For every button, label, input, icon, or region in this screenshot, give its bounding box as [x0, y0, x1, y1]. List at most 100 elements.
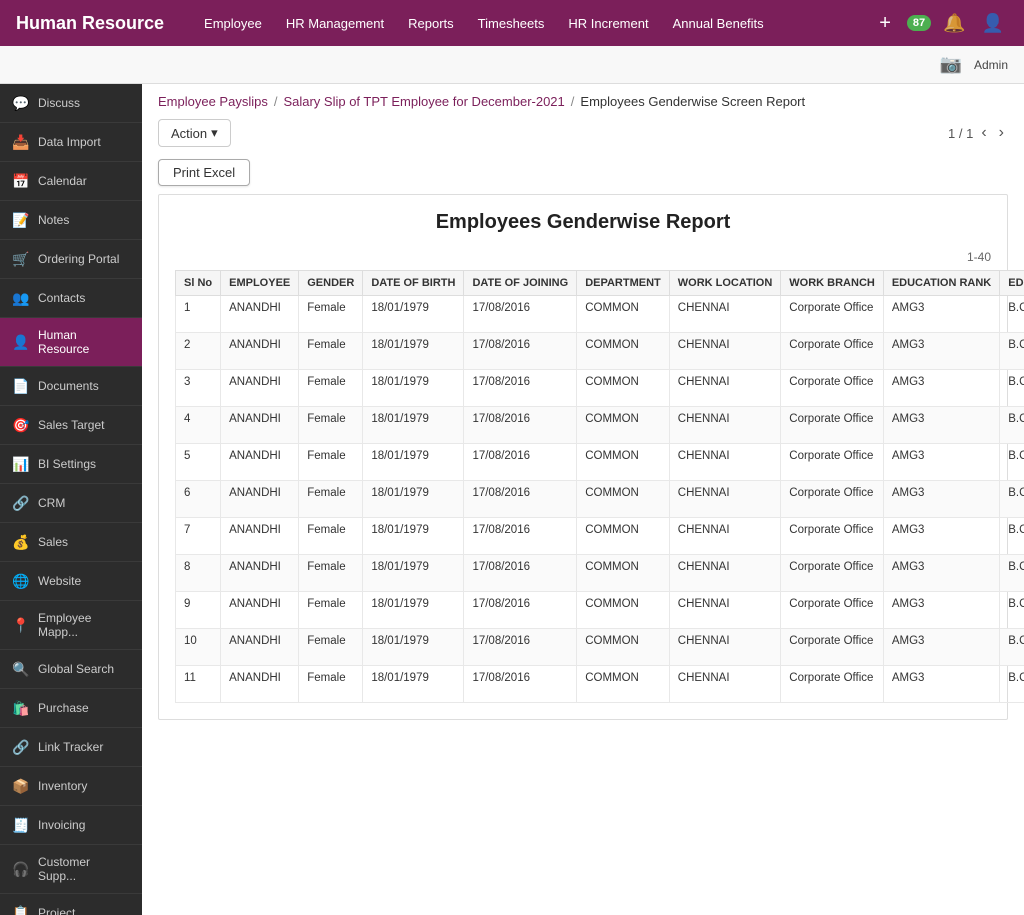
sidebar-icon-data-import: 📥 [12, 133, 30, 151]
cell-rank: AMG3 [883, 296, 999, 333]
sidebar-item-sales[interactable]: 💰Sales [0, 523, 142, 562]
sidebar-label-data-import: Data Import [38, 135, 101, 149]
sidebar-label-invoicing: Invoicing [38, 818, 85, 832]
sidebar-item-project[interactable]: 📋Project [0, 894, 142, 915]
cell-sl_no: 7 [176, 518, 221, 555]
cell-employee: ANANDHI [221, 555, 299, 592]
sidebar-icon-bi-settings: 📊 [12, 455, 30, 473]
cell-sl_no: 3 [176, 370, 221, 407]
user-name: Admin [974, 58, 1008, 72]
sidebar-item-purchase[interactable]: 🛍️Purchase [0, 689, 142, 728]
sidebar-icon-global-search: 🔍 [12, 660, 30, 678]
sidebar-icon-inventory: 📦 [12, 777, 30, 795]
cell-gender: Female [299, 407, 363, 444]
table-row: 11ANANDHIFemale18/01/197917/08/2016COMMO… [176, 666, 1024, 703]
top-nav-item-reports[interactable]: Reports [398, 10, 464, 37]
cell-branch: Corporate Office [781, 333, 884, 370]
top-nav-item-timesheets[interactable]: Timesheets [468, 10, 555, 37]
sidebar-item-global-search[interactable]: 🔍Global Search [0, 650, 142, 689]
camera-icon[interactable]: 📷 [936, 50, 966, 79]
cell-doj: 17/08/2016 [464, 555, 577, 592]
col-header-department: DEPARTMENT [577, 271, 670, 296]
pagination-text: 1 / 1 [948, 126, 973, 141]
table-row: 7ANANDHIFemale18/01/197917/08/2016COMMON… [176, 518, 1024, 555]
sidebar-item-calendar[interactable]: 📅Calendar [0, 162, 142, 201]
sidebar-item-ordering-portal[interactable]: 🛒Ordering Portal [0, 240, 142, 279]
table-row: 1ANANDHIFemale18/01/197917/08/2016COMMON… [176, 296, 1024, 333]
sidebar-item-data-import[interactable]: 📥 Data Import [0, 123, 142, 162]
cell-doj: 17/08/2016 [464, 370, 577, 407]
secondary-bar: 📷 Admin [0, 46, 1024, 84]
pagination-next-button[interactable]: › [995, 122, 1008, 144]
cell-branch: Corporate Office [781, 370, 884, 407]
add-menu-button[interactable]: + [871, 8, 899, 39]
sidebar-label-purchase: Purchase [38, 701, 89, 715]
sidebar-item-documents[interactable]: 📄Documents [0, 367, 142, 406]
top-nav-item-hr-increment[interactable]: HR Increment [558, 10, 658, 37]
user-icon[interactable]: 👤 [978, 9, 1008, 38]
sidebar-item-sales-target[interactable]: 🎯Sales Target [0, 406, 142, 445]
sidebar-label-notes: Notes [38, 213, 69, 227]
cell-employee: ANANDHI [221, 666, 299, 703]
bell-icon[interactable]: 🔔 [939, 9, 969, 38]
table-row: 2ANANDHIFemale18/01/197917/08/2016COMMON… [176, 333, 1024, 370]
sidebar-label-customer-supp-: Customer Supp... [38, 855, 130, 883]
cell-rank: AMG3 [883, 666, 999, 703]
sidebar-label-sales: Sales [38, 535, 68, 549]
breadcrumb-link-2[interactable]: Salary Slip of TPT Employee for December… [283, 94, 564, 109]
cell-dob: 18/01/1979 [363, 555, 464, 592]
top-navigation: Human Resource EmployeeHR ManagementRepo… [0, 0, 1024, 46]
sidebar-item-website[interactable]: 🌐Website [0, 562, 142, 601]
sidebar-icon-invoicing: 🧾 [12, 816, 30, 834]
notification-badge: 87 [907, 15, 931, 31]
top-nav-item-annual-benefits[interactable]: Annual Benefits [663, 10, 774, 37]
cell-location: CHENNAI [669, 481, 781, 518]
sidebar-icon-calendar: 📅 [12, 172, 30, 190]
sidebar-item-inventory[interactable]: 📦 Inventory [0, 767, 142, 806]
cell-employee: ANANDHI [221, 444, 299, 481]
cell-dob: 18/01/1979 [363, 518, 464, 555]
top-nav-item-hr-management[interactable]: HR Management [276, 10, 394, 37]
action-label: Action [171, 126, 207, 141]
cell-rank: AMG3 [883, 370, 999, 407]
cell-branch: Corporate Office [781, 518, 884, 555]
sidebar-label-inventory: Inventory [38, 779, 87, 793]
sidebar-item-bi-settings[interactable]: 📊BI Settings [0, 445, 142, 484]
top-nav-item-employee[interactable]: Employee [194, 10, 272, 37]
pagination: 1 / 1 ‹ › [948, 122, 1008, 144]
sidebar-item-employee-mapp-[interactable]: 📍Employee Mapp... [0, 601, 142, 650]
cell-department: COMMON [577, 444, 670, 481]
pagination-prev-button[interactable]: ‹ [977, 122, 990, 144]
cell-department: COMMON [577, 629, 670, 666]
main-layout: 💬Discuss 📥 Data Import 📅Calendar📝Notes🛒Orde… [0, 84, 1024, 915]
sidebar-icon-discuss: 💬 [12, 94, 30, 112]
cell-rank: AMG3 [883, 481, 999, 518]
table-row: 9ANANDHIFemale18/01/197917/08/2016COMMON… [176, 592, 1024, 629]
table-row: 8ANANDHIFemale18/01/197917/08/2016COMMON… [176, 555, 1024, 592]
cell-doj: 17/08/2016 [464, 518, 577, 555]
sidebar-item-link-tracker[interactable]: 🔗Link Tracker [0, 728, 142, 767]
cell-gender: Female [299, 444, 363, 481]
sidebar-item-human-resource[interactable]: 👤Human Resource [0, 318, 142, 367]
sidebar-item-notes[interactable]: 📝Notes [0, 201, 142, 240]
cell-rank: AMG3 [883, 592, 999, 629]
sidebar-label-documents: Documents [38, 379, 99, 393]
cell-sl_no: 11 [176, 666, 221, 703]
print-excel-button[interactable]: Print Excel [158, 159, 250, 186]
top-nav-right: + 87 🔔 👤 [871, 8, 1008, 39]
sidebar-item-crm[interactable]: 🔗CRM [0, 484, 142, 523]
cell-gender: Female [299, 333, 363, 370]
cell-employee: ANANDHI [221, 407, 299, 444]
cell-dob: 18/01/1979 [363, 333, 464, 370]
cell-gender: Female [299, 481, 363, 518]
report-table: Sl NoEMPLOYEEGENDERDATE OF BIRTHDATE OF … [175, 270, 1024, 703]
breadcrumb-link-1[interactable]: Employee Payslips [158, 94, 268, 109]
sidebar-item-invoicing[interactable]: 🧾 Invoicing [0, 806, 142, 845]
cell-employee: ANANDHI [221, 370, 299, 407]
sidebar-item-discuss[interactable]: 💬Discuss [0, 84, 142, 123]
sidebar-item-contacts[interactable]: 👥Contacts [0, 279, 142, 318]
sidebar-item-customer-supp-[interactable]: 🎧Customer Supp... [0, 845, 142, 894]
cell-department: COMMON [577, 407, 670, 444]
action-button[interactable]: Action ▾ [158, 119, 231, 147]
table-row: 5ANANDHIFemale18/01/197917/08/2016COMMON… [176, 444, 1024, 481]
